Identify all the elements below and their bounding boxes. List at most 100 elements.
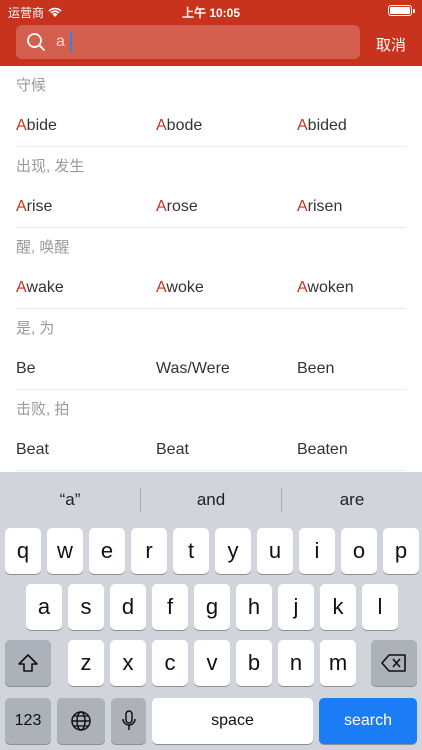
cancel-button[interactable]: 取消 — [376, 34, 406, 55]
match-highlight: A — [16, 279, 27, 296]
match-highlight: A — [16, 198, 27, 215]
shift-icon — [18, 654, 38, 672]
key-i[interactable]: i — [299, 528, 335, 574]
base-form: Be — [16, 360, 36, 378]
keyboard: “a” and are q w e r t y u i o p a s d f g h j k l z x c v b n m 12… — [0, 472, 422, 750]
entry-meaning: 是, 为 — [16, 320, 55, 337]
key-u[interactable]: u — [257, 528, 293, 574]
key-t[interactable]: t — [173, 528, 209, 574]
key-s[interactable]: s — [68, 584, 104, 630]
entry-meaning: 出现, 发生 — [16, 158, 85, 175]
entry-meaning: 守候 — [16, 77, 47, 94]
match-highlight: A — [297, 198, 308, 215]
participle-form: Awoken — [297, 279, 354, 297]
text-caret — [70, 32, 72, 52]
match-highlight: A — [16, 117, 27, 134]
key-h[interactable]: h — [236, 584, 272, 630]
form-text: bode — [166, 117, 203, 134]
form-text: Beat — [156, 441, 189, 458]
base-form: Awake — [16, 279, 64, 297]
past-form: Beat — [156, 441, 189, 459]
match-highlight: A — [297, 117, 308, 134]
key-q[interactable]: q — [5, 528, 41, 574]
delete-icon — [381, 654, 406, 672]
key-a[interactable]: a — [26, 584, 62, 630]
key-n[interactable]: n — [278, 640, 314, 686]
entry-meaning: 醒, 唤醒 — [16, 239, 70, 256]
form-text: wake — [26, 279, 64, 296]
past-form: Arose — [156, 198, 198, 216]
status-bar: 运营商 上午 10:05 — [0, 0, 422, 22]
form-text: Be — [16, 360, 36, 377]
match-highlight: A — [156, 117, 167, 134]
search-key[interactable]: search — [319, 698, 417, 744]
base-form: Beat — [16, 441, 49, 459]
key-r[interactable]: r — [131, 528, 167, 574]
entry-meaning: 击败, 拍 — [16, 401, 70, 418]
key-g[interactable]: g — [194, 584, 230, 630]
battery-icon — [388, 5, 415, 16]
key-b[interactable]: b — [236, 640, 272, 686]
base-form: Abide — [16, 117, 57, 135]
key-o[interactable]: o — [341, 528, 377, 574]
key-w[interactable]: w — [47, 528, 83, 574]
globe-icon — [71, 711, 91, 731]
past-form: Abode — [156, 117, 202, 135]
form-text: bide — [26, 117, 57, 134]
key-x[interactable]: x — [110, 640, 146, 686]
delete-key[interactable] — [371, 640, 417, 686]
verb-forms-row[interactable]: Awake Awoke Awoken — [16, 268, 406, 309]
participle-form: Abided — [297, 117, 347, 135]
key-m[interactable]: m — [320, 640, 356, 686]
key-z[interactable]: z — [68, 640, 104, 686]
past-form: Was/Were — [156, 360, 230, 378]
form-text: Been — [297, 360, 335, 377]
key-v[interactable]: v — [194, 640, 230, 686]
past-form: Awoke — [156, 279, 204, 297]
form-text: woken — [307, 279, 354, 296]
key-e[interactable]: e — [89, 528, 125, 574]
key-f[interactable]: f — [152, 584, 188, 630]
microphone-key[interactable] — [111, 698, 146, 744]
participle-form: Beaten — [297, 441, 348, 459]
key-l[interactable]: l — [362, 584, 398, 630]
participle-form: Arisen — [297, 198, 342, 216]
form-text: rise — [26, 198, 53, 215]
key-k[interactable]: k — [320, 584, 356, 630]
base-form: Arise — [16, 198, 52, 216]
search-query: a — [56, 33, 65, 50]
suggestion-quoted[interactable]: “a” — [0, 490, 140, 510]
suggestion-and[interactable]: and — [141, 490, 281, 510]
participle-form: Been — [297, 360, 334, 378]
form-text: bided — [307, 117, 347, 134]
form-text: Was/Were — [156, 360, 230, 377]
match-highlight: A — [156, 279, 167, 296]
key-c[interactable]: c — [152, 640, 188, 686]
key-p[interactable]: p — [383, 528, 419, 574]
verb-forms-row[interactable]: Be Was/Were Been — [16, 349, 406, 390]
form-text: Beat — [16, 441, 49, 458]
match-highlight: A — [156, 198, 167, 215]
key-d[interactable]: d — [110, 584, 146, 630]
form-text: woke — [166, 279, 204, 296]
form-text: Beaten — [297, 441, 348, 458]
match-highlight: A — [297, 279, 308, 296]
results-list: 守候 Abide Abode Abided 出现, 发生 Arise Arose Arisen… — [0, 66, 422, 472]
shift-key[interactable] — [5, 640, 51, 686]
search-header: a 取消 — [0, 22, 422, 66]
key-j[interactable]: j — [278, 584, 314, 630]
search-icon — [27, 33, 45, 51]
status-time: 上午 10:05 — [181, 6, 241, 20]
globe-key[interactable] — [57, 698, 105, 744]
search-input[interactable]: a — [16, 25, 360, 59]
numbers-key[interactable]: 123 — [5, 698, 51, 744]
space-key[interactable]: space — [152, 698, 313, 744]
form-text: rose — [166, 198, 198, 215]
key-y[interactable]: y — [215, 528, 251, 574]
microphone-icon — [121, 710, 136, 730]
suggestion-bar: “a” and are — [0, 472, 422, 526]
suggestion-are[interactable]: are — [282, 490, 422, 510]
verb-forms-row[interactable]: Arise Arose Arisen — [16, 187, 406, 228]
verb-forms-row[interactable]: Beat Beat Beaten — [16, 430, 406, 471]
verb-forms-row[interactable]: Abide Abode Abided — [16, 106, 406, 147]
